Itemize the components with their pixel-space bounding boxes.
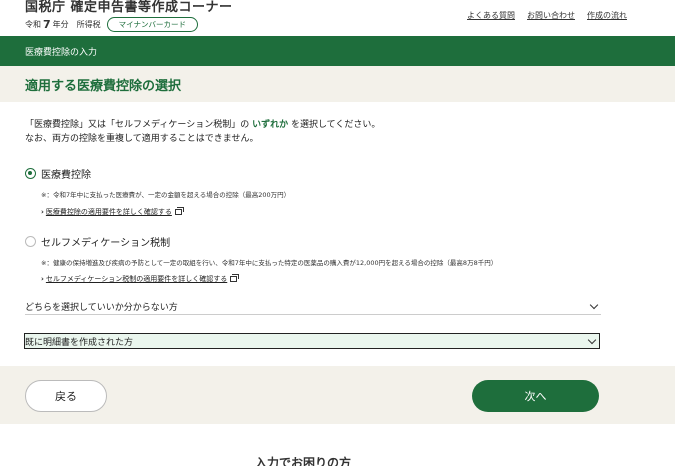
intro-prefix: 「医療費控除」又は「セルフメディケーション税制」の <box>25 120 253 130</box>
tax-type-label: 所得税 <box>76 20 101 29</box>
mynumber-badge: マイナンバーカード <box>106 17 199 32</box>
tax-year-suffix: 年分 <box>52 20 69 29</box>
site-title[interactable]: 国税庁 確定申告書等作成コーナー <box>25 0 233 15</box>
external-window-icon <box>174 207 184 215</box>
self-medication-detail-link[interactable]: › セルフメディケーション税制の適用要件を詳しく確認する <box>41 274 240 284</box>
intro-line-1: 「医療費控除」又は「セルフメディケーション税制」の いずれか を選択してください… <box>25 118 380 132</box>
accordion-already-created[interactable]: 既に明細書を作成された方 <box>24 333 600 349</box>
flow-link[interactable]: 作成の流れ <box>587 10 627 21</box>
medical-deduction-detail-text[interactable]: 医療費控除の適用要件を詳しく確認する <box>46 207 172 217</box>
radio-medical-deduction[interactable] <box>25 168 36 179</box>
external-window-icon <box>230 274 240 282</box>
self-medication-detail-text[interactable]: セルフメディケーション税制の適用要件を詳しく確認する <box>46 274 227 284</box>
chevron-down-icon[interactable] <box>587 335 597 344</box>
medical-deduction-detail-link[interactable]: › 医療費控除の適用要件を詳しく確認する <box>41 207 184 217</box>
accordion-unsure[interactable]: どちらを選択していいか分からない方 <box>25 299 601 315</box>
option-self-medication[interactable]: セルフメディケーション税制 <box>25 234 170 249</box>
next-button[interactable]: 次へ <box>472 380 599 412</box>
chevron-right-icon: › <box>41 275 44 283</box>
chevron-right-icon: › <box>41 208 44 216</box>
option-self-medication-note: ※：健康の保持増進及び疾病の予防として一定の取組を行い、令和7年中に支払った特定… <box>41 259 498 267</box>
faq-link[interactable]: よくある質問 <box>467 10 515 21</box>
intro-text: 「医療費控除」又は「セルフメディケーション税制」の いずれか を選択してください… <box>25 118 380 146</box>
option-self-medication-label[interactable]: セルフメディケーション税制 <box>41 234 170 249</box>
option-medical-deduction-note: ※：令和7年中に支払った医療費が、一定の金額を超える場合の控除（最高200万円） <box>41 191 291 199</box>
title-band: 適用する医療費控除の選択 <box>0 66 675 102</box>
intro-emphasis: いずれか <box>252 120 289 130</box>
option-medical-deduction-label[interactable]: 医療費控除 <box>41 166 91 181</box>
era-label: 令和 <box>25 20 41 29</box>
radio-self-medication[interactable] <box>25 236 36 247</box>
section-bar: 医療費控除の入力 <box>0 36 675 66</box>
site-header: 国税庁 確定申告書等作成コーナー 令和 7 年分 所得税 マイナンバーカード よ… <box>0 0 675 36</box>
section-label: 医療費控除の入力 <box>25 48 98 58</box>
option-medical-deduction[interactable]: 医療費控除 <box>25 166 91 181</box>
tax-year-line: 令和 7 年分 所得税 マイナンバーカード <box>25 17 199 32</box>
chevron-down-icon[interactable] <box>589 300 599 310</box>
contact-link[interactable]: お問い合わせ <box>527 10 575 21</box>
tax-year-number: 7 <box>43 18 51 31</box>
back-button[interactable]: 戻る <box>25 380 107 412</box>
page-title: 適用する医療費控除の選択 <box>25 79 182 94</box>
intro-suffix: を選択してください。 <box>288 120 381 130</box>
accordion-unsure-label[interactable]: どちらを選択していいか分からない方 <box>25 300 178 313</box>
help-heading: 入力でお困りの方 <box>255 456 352 466</box>
navigation-band: 戻る 次へ <box>0 366 675 424</box>
accordion-already-created-label[interactable]: 既に明細書を作成された方 <box>25 335 133 348</box>
header-links: よくある質問 お問い合わせ 作成の流れ <box>467 10 627 21</box>
intro-line-2: なお、両方の控除を重複して適用することはできません。 <box>25 134 259 144</box>
